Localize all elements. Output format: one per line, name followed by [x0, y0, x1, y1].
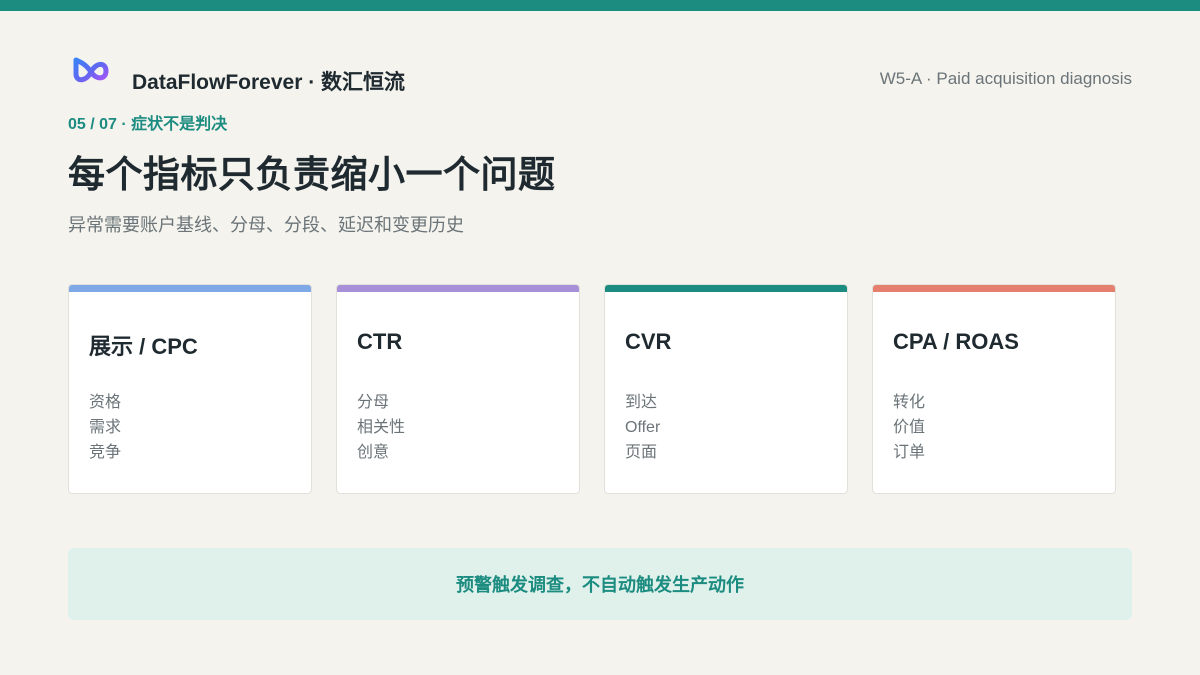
metric-card-cvr: CVR 到达 Offer 页面 [604, 284, 848, 494]
metric-card-cpa-roas: CPA / ROAS 转化 价值 订单 [872, 284, 1116, 494]
metric-card-ctr: CTR 分母 相关性 创意 [336, 284, 580, 494]
card-item: 订单 [893, 444, 926, 461]
card-item-list: 分母 相关性 创意 [357, 390, 405, 465]
header: DataFlowForever · 数汇恒流 W5-A · Paid acqui… [68, 52, 1132, 102]
card-title: 展示 / CPC [89, 334, 198, 359]
card-item-list: 到达 Offer 页面 [625, 390, 660, 465]
card-accent-bar [873, 285, 1115, 292]
card-item: 创意 [357, 444, 390, 461]
card-item: 相关性 [357, 419, 406, 436]
top-accent-bar [0, 0, 1200, 11]
metric-card-impressions-cpc: 展示 / CPC 资格 需求 竞争 [68, 284, 312, 494]
card-item: Offer [625, 419, 661, 436]
card-accent-bar [69, 285, 311, 292]
card-item-list: 转化 价值 订单 [893, 390, 925, 465]
card-title: CTR [357, 329, 403, 354]
card-item: 需求 [89, 419, 122, 436]
card-item: 资格 [89, 394, 122, 411]
card-item: 转化 [893, 394, 926, 411]
card-title: CPA / ROAS [893, 329, 1019, 354]
card-item: 分母 [357, 394, 390, 411]
callout-banner: 预警触发调查，不自动触发生产动作 [68, 548, 1132, 620]
card-accent-bar [605, 285, 847, 292]
card-item-list: 资格 需求 竞争 [89, 390, 121, 465]
card-item: 到达 [625, 394, 658, 411]
slide-title: 每个指标只负责缩小一个问题 [68, 154, 556, 195]
card-accent-bar [337, 285, 579, 292]
infinity-logo-icon [73, 57, 109, 83]
metric-cards: 展示 / CPC 资格 需求 竞争 CTR 分母 相关性 创意 CVR 到达 O… [68, 284, 1132, 494]
card-title: CVR [625, 329, 672, 354]
card-item: 竞争 [89, 444, 122, 461]
card-item: 价值 [893, 419, 926, 436]
deck-label: W5-A · Paid acquisition diagnosis [879, 69, 1132, 88]
callout-text: 预警触发调查，不自动触发生产动作 [456, 575, 744, 595]
slide-subtitle: 异常需要账户基线、分母、分段、延迟和变更历史 [68, 215, 464, 235]
card-item: 页面 [625, 444, 658, 461]
brand-name: DataFlowForever · 数汇恒流 [132, 71, 406, 94]
slide-eyebrow: 05 / 07 · 症状不是判决 [68, 116, 228, 133]
